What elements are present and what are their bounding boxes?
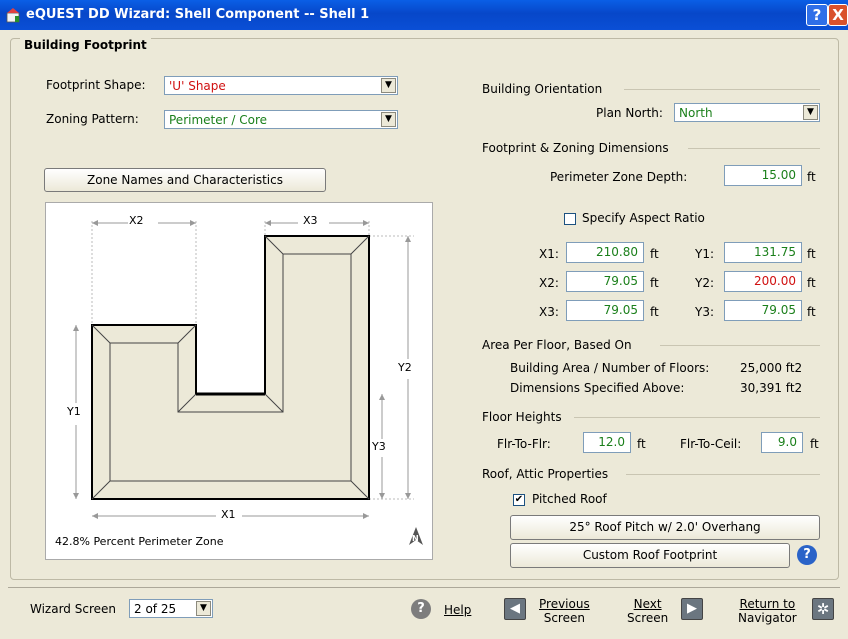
dims-area-value: 30,391 ft2 [740, 381, 803, 395]
close-button[interactable]: X [828, 4, 848, 26]
zoning-pattern-label: Zoning Pattern: [46, 112, 139, 126]
previous-screen-button[interactable]: Previous Screen [539, 597, 590, 625]
flr-to-ceil-input[interactable]: 9.0 [761, 432, 803, 453]
next-line1: Next [633, 597, 662, 611]
bottom-divider [8, 587, 840, 588]
chevron-down-icon[interactable]: ▼ [381, 78, 396, 93]
roof-title: Roof, Attic Properties [482, 467, 609, 481]
dims-area-label: Dimensions Specified Above: [510, 381, 685, 395]
area-title: Area Per Floor, Based On [482, 338, 632, 352]
previous-line2: Screen [543, 611, 585, 625]
floor-heights-title: Floor Heights [482, 410, 562, 424]
roof-help-icon[interactable]: ? [797, 545, 817, 565]
aspect-ratio-checkbox[interactable] [564, 213, 576, 225]
dim-label-x1: X1 [221, 508, 236, 521]
previous-line1: Previous [539, 597, 590, 611]
y2-input[interactable]: 200.00 [724, 271, 802, 292]
next-screen-button[interactable]: Next Screen [627, 597, 668, 625]
dim-label-y2: Y2 [398, 361, 412, 374]
help-icon[interactable]: ? [411, 599, 431, 619]
chevron-down-icon[interactable]: ▼ [196, 601, 211, 616]
chevron-down-icon[interactable]: ▼ [803, 105, 818, 120]
y3-label: Y3: [695, 305, 715, 319]
x1-input[interactable]: 210.80 [566, 242, 644, 263]
title-help-button[interactable]: ? [806, 4, 828, 26]
next-arrow-icon[interactable]: ▶ [681, 598, 703, 620]
flr-to-flr-label: Flr-To-Flr: [497, 437, 551, 451]
flr-to-flr-input[interactable]: 12.0 [583, 432, 631, 453]
x1-label: X1: [539, 247, 559, 261]
floor-heights-divider [574, 417, 820, 418]
return-line1: Return to [739, 597, 796, 611]
x2-input[interactable]: 79.05 [566, 271, 644, 292]
y3-unit: ft [807, 305, 816, 319]
dim-label-x3: X3 [303, 214, 318, 227]
window-title: eQUEST DD Wizard: Shell Component -- She… [26, 7, 370, 22]
aspect-ratio-label: Specify Aspect Ratio [582, 211, 705, 225]
y2-label: Y2: [695, 276, 715, 290]
dim-label-y3: Y3 [372, 440, 386, 453]
orientation-title: Building Orientation [482, 82, 603, 96]
y3-input[interactable]: 79.05 [724, 300, 802, 321]
plan-north-label: Plan North: [596, 106, 663, 120]
zoning-pattern-value: Perimeter / Core [169, 113, 267, 127]
percent-perimeter-text: 42.8% Percent Perimeter Zone [55, 535, 224, 548]
flr-to-flr-unit: ft [637, 437, 646, 451]
footprint-shape-label: Footprint Shape: [46, 78, 146, 92]
x3-input[interactable]: 79.05 [566, 300, 644, 321]
wizard-screen-select[interactable]: 2 of 25 ▼ [129, 599, 213, 618]
footprint-diagram: X2 X3 X1 Y1 Y2 Y3 42.8% Percent Perimete… [45, 202, 433, 560]
north-label: N [412, 534, 419, 543]
x2-label: X2: [539, 276, 559, 290]
x2-unit: ft [650, 276, 659, 290]
orientation-divider [624, 89, 820, 90]
y1-unit: ft [807, 247, 816, 261]
dimensions-divider [688, 148, 820, 149]
roof-pitch-button[interactable]: 25° Roof Pitch w/ 2.0' Overhang [510, 515, 820, 540]
chevron-down-icon[interactable]: ▼ [381, 112, 396, 127]
previous-arrow-icon[interactable]: ◀ [504, 598, 526, 620]
return-line2: Navigator [738, 611, 797, 625]
group-title-building-footprint: Building Footprint [20, 38, 151, 52]
wizard-screen-value: 2 of 25 [134, 602, 177, 616]
footprint-shape-select[interactable]: 'U' Shape ▼ [164, 76, 398, 95]
pitched-roof-checkbox[interactable]: ✔ [513, 494, 525, 506]
building-area-value: 25,000 ft2 [740, 361, 803, 375]
y1-input[interactable]: 131.75 [724, 242, 802, 263]
y1-label: Y1: [695, 247, 715, 261]
dimensions-title: Footprint & Zoning Dimensions [482, 141, 669, 155]
x1-unit: ft [650, 247, 659, 261]
perimeter-depth-label: Perimeter Zone Depth: [550, 170, 688, 184]
plan-north-select[interactable]: North ▼ [674, 103, 820, 122]
navigator-icon[interactable]: ✲ [812, 598, 834, 620]
pitched-roof-label: Pitched Roof [532, 492, 607, 506]
zoning-pattern-select[interactable]: Perimeter / Core ▼ [164, 110, 398, 129]
dim-label-y1: Y1 [67, 405, 81, 418]
y2-unit: ft [807, 276, 816, 290]
flr-to-ceil-unit: ft [810, 437, 819, 451]
building-area-label: Building Area / Number of Floors: [510, 361, 710, 375]
plan-north-value: North [679, 106, 713, 120]
return-navigator-button[interactable]: Return to Navigator [738, 597, 797, 625]
zone-names-button[interactable]: Zone Names and Characteristics [44, 168, 326, 192]
flr-to-ceil-label: Flr-To-Ceil: [680, 437, 742, 451]
footprint-shape-value: 'U' Shape [169, 79, 226, 93]
x3-unit: ft [650, 305, 659, 319]
perimeter-depth-input[interactable]: 15.00 [724, 165, 802, 186]
dim-label-x2: X2 [129, 214, 144, 227]
custom-roof-button[interactable]: Custom Roof Footprint [510, 543, 790, 568]
app-icon [6, 8, 20, 23]
help-link[interactable]: Help [444, 603, 471, 617]
wizard-screen-label: Wizard Screen [30, 602, 116, 616]
next-line2: Screen [627, 611, 669, 625]
perimeter-depth-unit: ft [807, 170, 816, 184]
x3-label: X3: [539, 305, 559, 319]
roof-divider [626, 474, 820, 475]
footprint-diagram-svg [73, 220, 414, 519]
area-divider [660, 345, 820, 346]
